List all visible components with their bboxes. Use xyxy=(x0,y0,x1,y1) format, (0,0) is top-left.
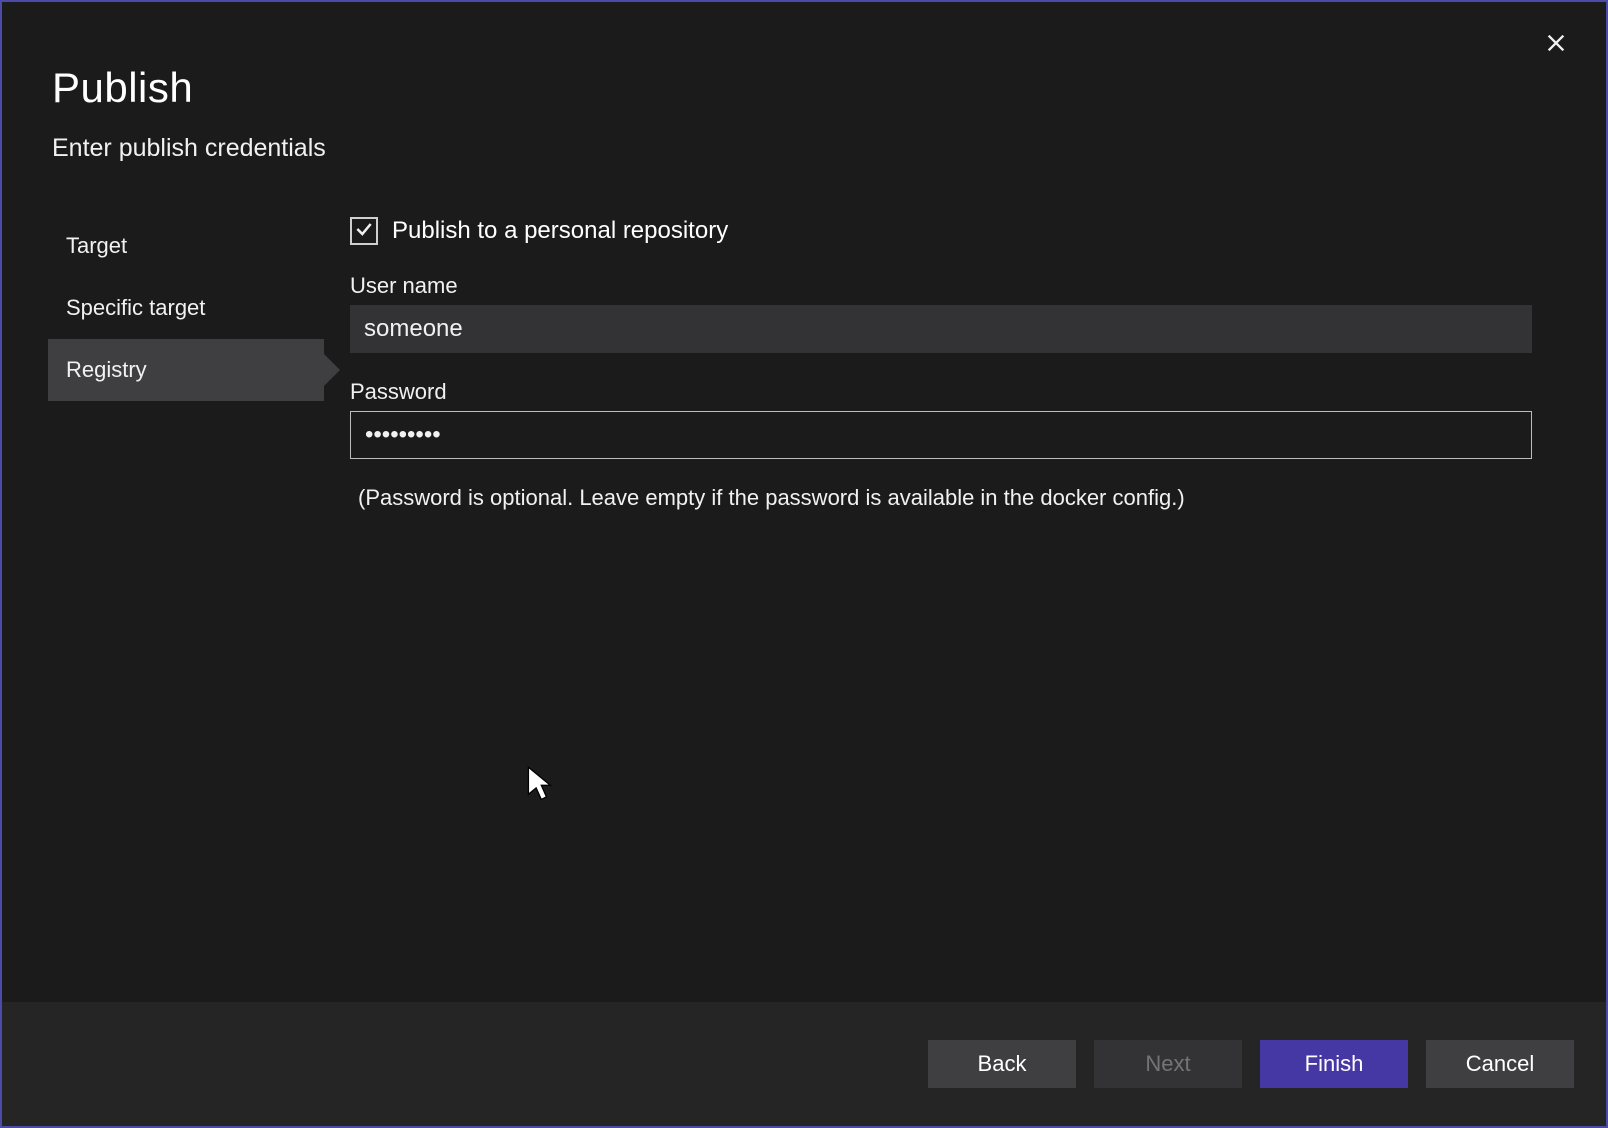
dialog-title: Publish xyxy=(52,64,1606,112)
password-label: Password xyxy=(350,379,1532,405)
sidebar-item-label: Registry xyxy=(66,357,147,382)
check-icon xyxy=(354,219,374,244)
personal-repo-checkbox[interactable] xyxy=(350,217,378,245)
username-group: User name xyxy=(350,273,1532,353)
sidebar-item-specific-target[interactable]: Specific target xyxy=(48,277,324,339)
back-button[interactable]: Back xyxy=(928,1040,1076,1088)
cancel-button[interactable]: Cancel xyxy=(1426,1040,1574,1088)
password-hint: (Password is optional. Leave empty if th… xyxy=(350,485,1532,511)
username-input[interactable] xyxy=(350,305,1532,353)
dialog-subtitle: Enter publish credentials xyxy=(52,134,1606,163)
wizard-sidebar: Target Specific target Registry xyxy=(48,215,324,511)
finish-button[interactable]: Finish xyxy=(1260,1040,1408,1088)
personal-repo-checkbox-row: Publish to a personal repository xyxy=(350,217,1532,245)
sidebar-item-registry[interactable]: Registry xyxy=(48,339,324,401)
next-button: Next xyxy=(1094,1040,1242,1088)
close-icon xyxy=(1545,32,1567,57)
form-area: Publish to a personal repository User na… xyxy=(324,215,1606,511)
close-button[interactable] xyxy=(1542,30,1570,58)
personal-repo-checkbox-label: Publish to a personal repository xyxy=(392,217,728,245)
dialog-content: Target Specific target Registry Publish … xyxy=(2,215,1606,511)
dialog-footer: Back Next Finish Cancel xyxy=(2,1002,1606,1126)
sidebar-item-label: Specific target xyxy=(66,295,205,320)
password-input[interactable] xyxy=(350,411,1532,459)
username-label: User name xyxy=(350,273,1532,299)
sidebar-item-target[interactable]: Target xyxy=(48,215,324,277)
sidebar-item-label: Target xyxy=(66,233,127,258)
cursor-icon xyxy=(527,766,553,807)
dialog-header: Publish Enter publish credentials xyxy=(2,2,1606,163)
password-group: Password xyxy=(350,379,1532,459)
